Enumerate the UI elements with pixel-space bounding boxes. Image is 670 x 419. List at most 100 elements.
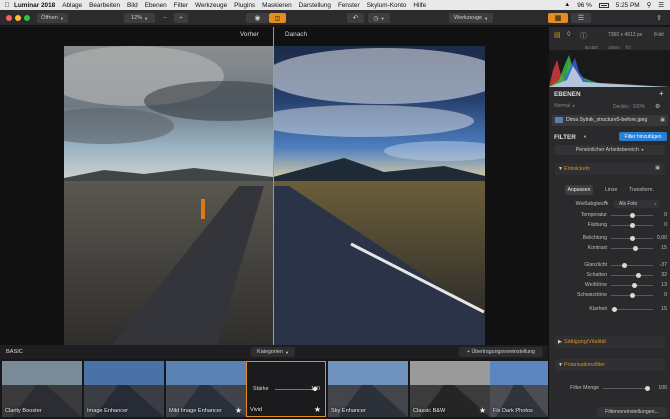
wifi-icon[interactable]: ▲ xyxy=(564,2,570,8)
window-zoom-button[interactable] xyxy=(24,15,30,21)
share-button[interactable]: ⇧ xyxy=(653,13,665,23)
transfer-preset-button[interactable]: + Übertragungsvoreinstellung xyxy=(459,347,543,357)
slider-knob[interactable] xyxy=(632,246,638,251)
panel-layout-button[interactable]: ▦ xyxy=(548,13,568,23)
compare-split-button[interactable]: ◫ xyxy=(269,13,286,23)
clock[interactable]: 5:25 PM xyxy=(616,2,640,9)
lock-icon[interactable]: ▣ xyxy=(660,117,665,123)
preset-thumbnail[interactable]: Classic B&W ★ xyxy=(410,361,490,417)
lock-icon[interactable]: ▣ xyxy=(655,165,660,171)
history-button[interactable]: ◷ ▼ xyxy=(368,13,390,23)
slider-label: Temperatur xyxy=(580,212,607,218)
saturation-section-header[interactable]: ▶ Sättigung/Vitalität xyxy=(555,336,665,348)
filters-panel-button[interactable]: ☰ xyxy=(571,13,591,23)
add-filter-button[interactable]: Filter hinzufügen xyxy=(619,132,667,141)
slider-knob[interactable] xyxy=(629,213,635,218)
battery-icon[interactable] xyxy=(598,2,609,8)
menu-item-ablage[interactable]: Ablage xyxy=(62,2,82,9)
develop-section-header[interactable]: ▼ Entwickeln ▣ xyxy=(555,163,665,175)
window-minimize-button[interactable] xyxy=(15,15,21,21)
eye-icon: ◉ xyxy=(254,15,261,22)
filter-presets-button[interactable]: Filtervoreinstellungen... xyxy=(597,407,667,417)
slider-track[interactable] xyxy=(611,275,653,276)
menu-item-ebenen[interactable]: Ebenen xyxy=(145,2,167,9)
slider-track[interactable] xyxy=(611,309,653,310)
menu-item-filter[interactable]: Filter xyxy=(174,2,188,9)
favorite-star-icon[interactable]: ★ xyxy=(235,406,242,415)
slider-row-weißtöne: Weißtöne 13 xyxy=(549,281,670,290)
battery-percent: 96 % xyxy=(577,1,592,9)
menu-item-skylum-konto[interactable]: Skylum-Konto xyxy=(367,2,407,9)
favorite-star-icon[interactable]: ★ xyxy=(479,406,486,415)
photo-before-after[interactable] xyxy=(64,46,485,355)
split-view-icon: ◫ xyxy=(274,15,281,22)
zoom-out-button[interactable]: – xyxy=(159,13,171,23)
zoom-in-button[interactable]: + xyxy=(174,13,188,23)
tools-select[interactable]: Werkzeuge ▼ xyxy=(449,13,493,23)
preset-thumbnail[interactable]: Mild Image Enhancer ★ xyxy=(166,361,246,417)
preset-thumbnail[interactable]: Fix Dark Photos xyxy=(490,361,548,417)
menu-item-bearbeiten[interactable]: Bearbeiten xyxy=(89,2,120,9)
slider-track[interactable] xyxy=(611,265,653,266)
open-button[interactable]: Öffnen ▼ xyxy=(37,13,68,23)
preset-thumbnail[interactable]: Clarity Booster xyxy=(2,361,82,417)
tab-transform[interactable]: Transform. xyxy=(629,187,654,193)
info-icon[interactable]: ⓘ xyxy=(580,31,587,41)
slider-knob[interactable] xyxy=(632,283,638,288)
apple-icon[interactable]:  xyxy=(0,2,14,9)
slider-row-temperatur: Temperatur 0 xyxy=(549,211,670,220)
eyedropper-icon[interactable]: ✎ xyxy=(604,200,609,207)
add-layer-button[interactable]: + xyxy=(659,89,664,98)
filter-title: FILTER xyxy=(554,134,576,141)
search-icon[interactable]: ⚲ xyxy=(647,1,652,9)
slider-row-glanzlicht: Glanzlicht -37 xyxy=(549,261,670,270)
slider-row-klarheit: Klarheit 15 xyxy=(549,305,670,314)
menu-app-name[interactable]: Luminar 2018 xyxy=(14,2,55,9)
slider-label: Färbung xyxy=(587,222,607,228)
preset-thumbnail-selected[interactable]: Stärke 100 Vivid ★ xyxy=(246,361,326,417)
preset-thumbnail[interactable]: Sky Enhancer xyxy=(328,361,408,417)
layer-item[interactable]: Dima Sytnik_structure5-before.jpeg ▣ xyxy=(552,115,668,126)
filter-amount-slider[interactable] xyxy=(603,388,647,389)
blend-mode-select[interactable]: Normal ▼ xyxy=(554,103,580,111)
image-canvas[interactable]: Vorher Danach xyxy=(0,27,548,355)
layer-opacity[interactable]: Deckkr.: 100% xyxy=(613,104,645,110)
undo-button[interactable]: ↶ xyxy=(347,13,364,23)
slider-knob[interactable] xyxy=(621,263,627,268)
preset-amount-slider[interactable] xyxy=(275,389,315,390)
slider-knob[interactable] xyxy=(629,223,635,228)
preset-thumbnail[interactable]: Image Enhancer xyxy=(84,361,164,417)
menu-list-icon[interactable]: ☰ xyxy=(658,1,664,9)
chevron-down-icon[interactable]: ▼ xyxy=(583,134,587,139)
polarizer-section-header[interactable]: ▼ Polarisationsfilter xyxy=(555,359,665,371)
menu-item-darstellung[interactable]: Darstellung xyxy=(299,2,331,9)
slider-knob[interactable] xyxy=(636,273,642,278)
window-close-button[interactable] xyxy=(6,15,12,21)
layers-stack-icon[interactable]: ▤ xyxy=(554,31,561,39)
slider-knob[interactable] xyxy=(611,307,617,312)
filter-amount-slider-knob[interactable] xyxy=(644,386,650,391)
menu-item-plugins[interactable]: Plugins xyxy=(234,2,255,9)
white-balance-select[interactable]: Als Foto ↕ xyxy=(614,200,659,208)
preview-eye-button[interactable]: ◉ xyxy=(246,13,269,23)
slider-knob[interactable] xyxy=(629,293,635,298)
menu-item-fenster[interactable]: Fenster xyxy=(338,2,360,9)
workspace-select[interactable]: Persönlicher Arbeitsbereich ▼ xyxy=(555,145,665,155)
menu-item-hilfe[interactable]: Hilfe xyxy=(413,2,426,9)
layer-settings-icon[interactable]: ⚙ xyxy=(655,103,660,110)
menu-item-werkzeuge[interactable]: Werkzeuge xyxy=(195,2,227,9)
slider-knob[interactable] xyxy=(629,236,635,241)
menu-item-maskieren[interactable]: Maskieren xyxy=(262,2,291,9)
layers-icon[interactable]: ◊ xyxy=(567,31,570,38)
tab-anpassen[interactable]: Anpassen xyxy=(565,185,593,195)
zoom-select[interactable]: 12% ▼ xyxy=(124,13,155,23)
menu-item-bild[interactable]: Bild xyxy=(127,2,138,9)
categories-dropdown[interactable]: Kategorien ▼ xyxy=(251,347,295,357)
before-after-split-handle[interactable] xyxy=(273,27,274,345)
layer-thumbnail xyxy=(555,117,563,123)
favorite-star-icon[interactable]: ★ xyxy=(314,405,321,414)
before-label: Vorher xyxy=(240,31,259,38)
chevron-down-icon: ▼ xyxy=(558,362,563,368)
clock-icon: ◷ xyxy=(373,15,379,22)
tab-linse[interactable]: Linse xyxy=(605,187,617,193)
